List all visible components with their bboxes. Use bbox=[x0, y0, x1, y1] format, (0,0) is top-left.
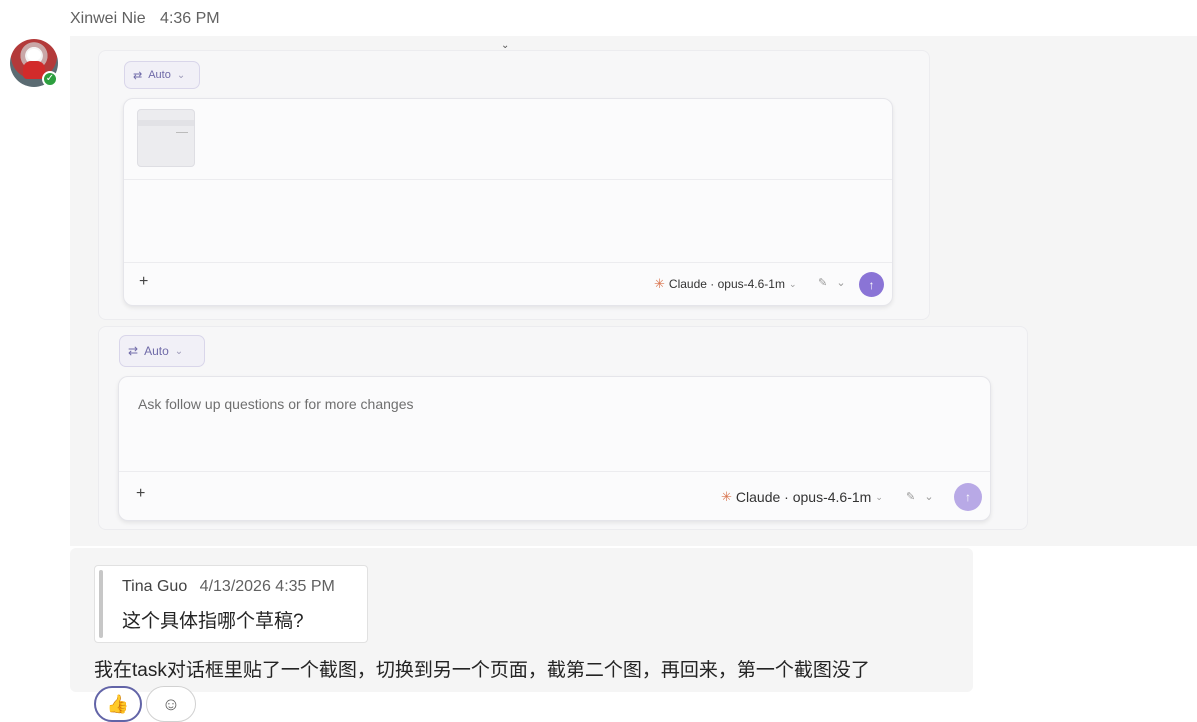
auto-mode-button: ⇄ Auto ⌄ bbox=[124, 61, 200, 89]
add-reaction-icon: ☺ bbox=[161, 693, 181, 714]
claude-logo-icon: ✳ bbox=[721, 489, 732, 504]
reply-message[interactable]: Tina Guo 4/13/2026 4:35 PM 这个具体指哪个草稿? 我在… bbox=[70, 548, 973, 692]
auto-label: Auto bbox=[148, 69, 171, 81]
avatar-face bbox=[27, 49, 41, 61]
plus-icon: + bbox=[136, 485, 146, 502]
model-label: Claude · opus-4.6-1m bbox=[735, 489, 872, 505]
tools-dropdown: ✎ ⌄ bbox=[906, 491, 934, 503]
composer-placeholder: Ask follow up questions or for more chan… bbox=[138, 396, 414, 412]
message-header: Xinwei Nie 4:36 PM bbox=[70, 10, 220, 28]
attached-image-thumbnail bbox=[137, 109, 195, 167]
quoted-message[interactable]: Tina Guo 4/13/2026 4:35 PM 这个具体指哪个草稿? bbox=[94, 565, 368, 643]
auto-mode-button: ⇄ Auto ⌄ bbox=[119, 335, 205, 367]
tools-dropdown: ✎ ⌄ bbox=[818, 277, 846, 289]
quote-timestamp: 4/13/2026 4:35 PM bbox=[199, 578, 335, 595]
presence-available-icon: ✓ bbox=[42, 71, 58, 87]
screenshot-bottom-panel: ⇄ Auto ⌄ Ask follow up questions or for … bbox=[98, 326, 1028, 530]
message-body: 我在task对话框里贴了一个截图，切换到另一个页面，截第二个图，再回来，第一个截… bbox=[94, 660, 870, 681]
thumbs-up-icon: 👍 bbox=[106, 693, 130, 714]
quote-bar bbox=[99, 570, 103, 638]
composer-card: + ✳ Claude · opus-4.6-1m ⌄ ✎ ⌄ ↑ bbox=[123, 98, 893, 306]
chevron-down-icon: ⌄ bbox=[176, 69, 186, 81]
quote-author: Tina Guo bbox=[122, 578, 188, 595]
chevron-down-icon: ⌄ bbox=[875, 491, 883, 502]
model-label: Claude · opus-4.6-1m bbox=[668, 277, 785, 291]
message-time: 4:36 PM bbox=[160, 10, 220, 27]
message-screenshot[interactable]: ⌄ ⇄ Auto ⌄ + ✳ Claude · opus-4.6-1m ⌄ ✎ … bbox=[70, 36, 1197, 546]
repeat-icon: ⇄ bbox=[133, 69, 143, 82]
chevron-down-icon: ⌄ bbox=[788, 278, 797, 289]
quote-header: Tina Guo 4/13/2026 4:35 PM bbox=[122, 578, 335, 596]
plus-icon: + bbox=[139, 273, 149, 290]
composer-card: Ask follow up questions or for more chan… bbox=[118, 376, 991, 521]
chevron-down-icon: ⌄ bbox=[174, 345, 184, 357]
model-selector: ✳ Claude · opus-4.6-1m ⌄ bbox=[721, 489, 883, 505]
screenshot-top-panel: ⇄ Auto ⌄ + ✳ Claude · opus-4.6-1m ⌄ ✎ ⌄ … bbox=[98, 50, 930, 320]
send-button: ↑ bbox=[954, 483, 982, 511]
model-selector: ✳ Claude · opus-4.6-1m ⌄ bbox=[654, 276, 797, 292]
sender-name[interactable]: Xinwei Nie bbox=[70, 10, 146, 27]
auto-label: Auto bbox=[144, 344, 169, 358]
quote-text: 这个具体指哪个草稿? bbox=[122, 611, 304, 632]
repeat-icon: ⇄ bbox=[128, 344, 139, 358]
claude-logo-icon: ✳ bbox=[654, 276, 665, 291]
send-button: ↑ bbox=[859, 272, 884, 297]
